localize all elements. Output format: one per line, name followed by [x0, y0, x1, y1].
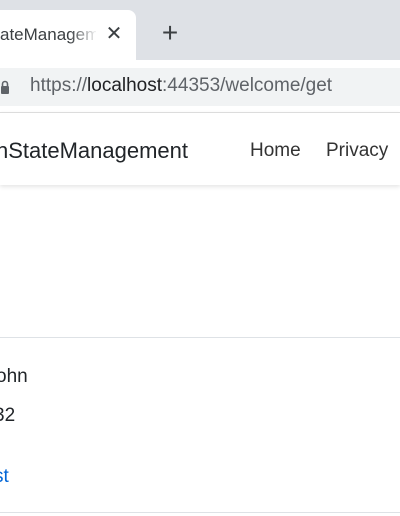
- url-scheme: https://: [30, 75, 88, 96]
- navbar-brand[interactable]: hStateManagement: [0, 138, 188, 164]
- tab-title-fade: [70, 22, 98, 48]
- number-value: 32: [0, 405, 16, 426]
- name-value: ohn: [0, 366, 28, 387]
- close-icon[interactable]: ✕: [104, 22, 124, 46]
- content-divider: [0, 337, 400, 338]
- address-url[interactable]: https://localhost:44353/welcome/get: [30, 75, 332, 97]
- plus-icon[interactable]: +: [158, 19, 182, 47]
- nav-link-home[interactable]: Home: [250, 140, 301, 162]
- content-link[interactable]: st: [0, 466, 9, 488]
- url-host: localhost: [87, 75, 163, 96]
- browser-tab-strip: ateManagem ✕ +: [0, 0, 400, 60]
- nav-link-privacy[interactable]: Privacy: [326, 140, 388, 162]
- site-navbar: hStateManagement Home Privacy: [0, 112, 400, 185]
- footer-divider: [0, 512, 400, 513]
- browser-toolbar: https://localhost:44353/welcome/get: [0, 60, 400, 112]
- url-path: :44353/welcome/get: [162, 75, 333, 96]
- lock-icon[interactable]: [0, 80, 10, 94]
- browser-tab[interactable]: ateManagem ✕: [0, 10, 136, 60]
